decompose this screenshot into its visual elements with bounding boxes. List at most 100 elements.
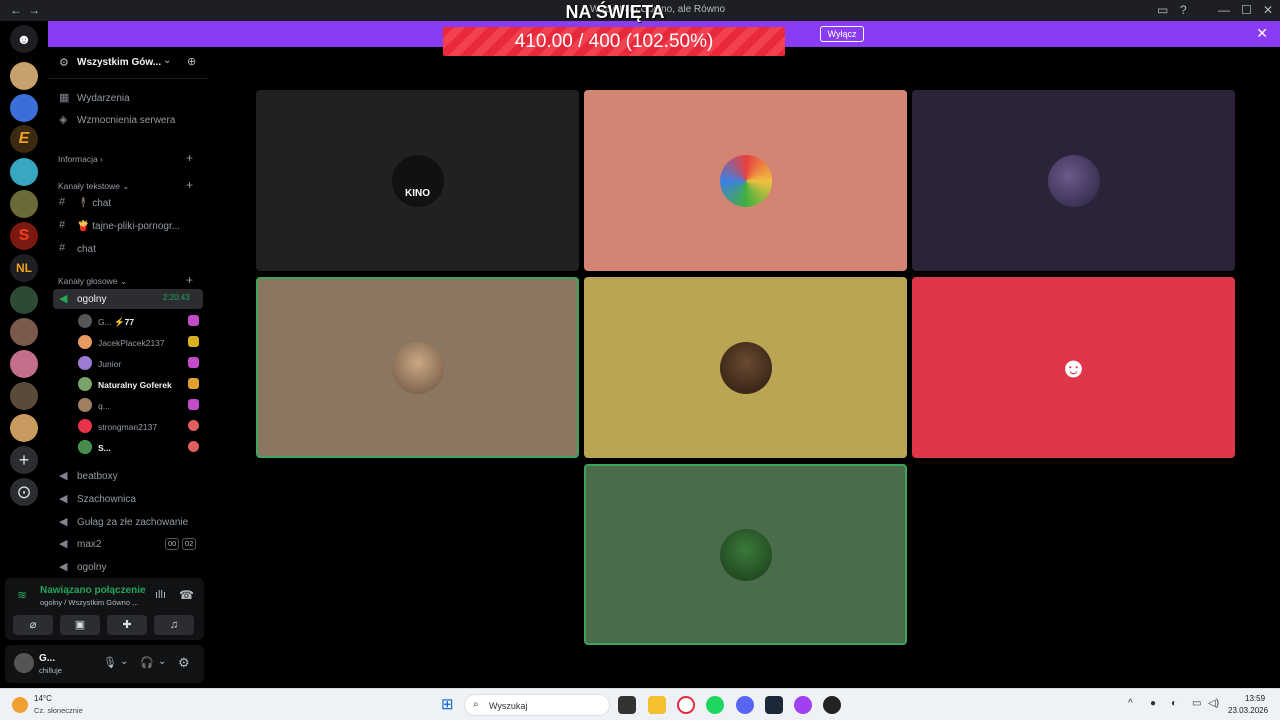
soundboard-button[interactable]: ♫ xyxy=(154,615,194,635)
video-tile-speaking[interactable] xyxy=(256,277,579,458)
server-icon[interactable] xyxy=(10,158,38,186)
microphone-icon[interactable]: 🎙 xyxy=(103,656,117,669)
task-view-icon[interactable] xyxy=(618,696,636,714)
screen-share-button[interactable]: ▣ xyxy=(60,615,100,635)
close-window-icon[interactable]: ✕ xyxy=(1263,3,1273,17)
activities-button[interactable]: ✚ xyxy=(107,615,147,635)
server-icon[interactable] xyxy=(10,190,38,218)
voice-channel-active[interactable]: ◀ ogolny 2:20:43 xyxy=(53,289,203,309)
server-icon[interactable] xyxy=(10,286,38,314)
category-voice[interactable]: Kanały głosowe ⌄ xyxy=(58,276,127,287)
voice-channel[interactable]: ◀ Gułag za złe zachowanie xyxy=(53,512,203,532)
voice-channel[interactable]: ◀ Szachownica xyxy=(53,489,203,509)
noise-suppression-icon[interactable]: ıllı xyxy=(155,589,166,601)
server-icon[interactable] xyxy=(10,94,38,122)
inbox-icon[interactable]: ▭ xyxy=(1157,3,1168,17)
connection-channel[interactable]: ogolny / Wszystkim Gówno ... xyxy=(40,598,138,607)
add-channel-icon[interactable]: + xyxy=(186,273,193,287)
notice-disable-button[interactable]: Wyłącz xyxy=(820,26,864,42)
add-server-icon[interactable]: + xyxy=(10,446,38,474)
server-icon[interactable] xyxy=(10,62,38,90)
user-status: chilluje xyxy=(39,666,62,675)
taskbar-search[interactable]: ⌕ Wyszukaj xyxy=(464,694,610,716)
voice-channel[interactable]: ◀ max2 00 02 xyxy=(53,534,203,554)
help-icon[interactable]: ? xyxy=(1180,3,1187,17)
network-icon[interactable]: ▭ xyxy=(1192,698,1201,709)
server-icon[interactable] xyxy=(10,414,38,442)
speaker-icon: ◀ xyxy=(59,538,68,550)
voice-user[interactable]: q... xyxy=(78,396,203,414)
video-tile[interactable] xyxy=(584,277,907,458)
back-arrow-icon[interactable]: ← xyxy=(10,3,22,17)
clock-time[interactable]: 13:59 xyxy=(1245,694,1265,703)
server-icon[interactable]: E xyxy=(10,125,38,153)
add-channel-icon[interactable]: + xyxy=(186,151,193,165)
voice-user[interactable]: S... xyxy=(78,438,203,456)
avatar: KINO xyxy=(391,154,444,207)
forward-arrow-icon[interactable]: → xyxy=(28,3,40,17)
weather-description[interactable]: Cz. słonecznie xyxy=(34,706,83,715)
messenger-icon[interactable] xyxy=(794,696,812,714)
video-tile[interactable] xyxy=(584,90,907,271)
category-info[interactable]: Informacja › xyxy=(58,154,103,164)
avatar[interactable] xyxy=(14,653,34,673)
discord-home-icon[interactable]: ☻ xyxy=(10,25,38,53)
server-icon[interactable] xyxy=(10,318,38,346)
chevron-down-icon[interactable]: ⌄ xyxy=(120,656,128,667)
category-text-label: Kanały tekstowe xyxy=(58,181,120,191)
text-channel[interactable]: # 🕴 chat xyxy=(53,193,203,213)
close-icon[interactable]: ✕ xyxy=(1256,25,1268,42)
minimize-icon[interactable]: — xyxy=(1218,3,1230,17)
user-panel: G... chilluje 🎙 ⌄ 🎧 ⌄ ⚙ xyxy=(5,645,204,683)
tray-overflow-icon[interactable]: ^ xyxy=(1128,698,1133,709)
maximize-icon[interactable]: ☐ xyxy=(1241,3,1252,17)
file-explorer-icon[interactable] xyxy=(648,696,666,714)
video-tile[interactable] xyxy=(912,90,1235,271)
camera-button[interactable]: ⌀ xyxy=(13,615,53,635)
tray-app-icon[interactable]: ● xyxy=(1150,698,1156,709)
voice-user[interactable]: Naturalny Goferek xyxy=(78,375,203,393)
text-channel[interactable]: # chat xyxy=(53,239,203,259)
server-icon[interactable] xyxy=(10,350,38,378)
video-tile[interactable]: ☻ xyxy=(912,277,1235,458)
spotify-icon[interactable] xyxy=(706,696,724,714)
search-icon: ⌕ xyxy=(473,699,479,710)
events-link[interactable]: ▦ Wydarzenia xyxy=(53,88,203,108)
text-channel[interactable]: # 🍟 tajne-pliki-pornogr... xyxy=(53,216,203,236)
soundboard-icon: ♫ xyxy=(169,619,179,631)
weather-temperature[interactable]: 14°C xyxy=(34,694,52,703)
discover-icon[interactable]: ⊙ xyxy=(10,478,38,506)
opera-icon[interactable] xyxy=(677,696,695,714)
headphones-icon[interactable]: 🎧 xyxy=(140,656,154,669)
windows-start-icon[interactable]: ⊞ xyxy=(441,697,454,713)
video-tile-speaking[interactable] xyxy=(584,464,907,645)
app-icon[interactable] xyxy=(823,696,841,714)
clock-date[interactable]: 23.03.2026 xyxy=(1228,706,1268,715)
boosts-link[interactable]: ◈ Wzmocnienia serwera xyxy=(53,110,203,130)
voice-user[interactable]: strongman2137 xyxy=(78,417,203,435)
volume-icon[interactable]: ◁) xyxy=(1208,698,1219,709)
voice-user[interactable]: Junior xyxy=(78,354,203,372)
voice-channel[interactable]: ◀ ogolny xyxy=(53,557,203,577)
guild-header[interactable]: ⚙ Wszystkim Gów... ⌄ ⊕ xyxy=(48,47,208,79)
chevron-down-icon[interactable]: ⌄ xyxy=(158,656,166,667)
voice-channel-label: ogolny xyxy=(77,562,107,573)
add-channel-icon[interactable]: + xyxy=(186,178,193,192)
tray-app-icon[interactable]: ◐ xyxy=(1171,698,1177,709)
add-member-icon[interactable]: ⊕ xyxy=(187,55,196,68)
discord-icon[interactable] xyxy=(736,696,754,714)
server-icon[interactable] xyxy=(10,382,38,410)
voice-channel[interactable]: ◀ beatboxy xyxy=(53,466,203,486)
voice-user[interactable]: JacekPlacek2137 xyxy=(78,333,203,351)
server-icon[interactable]: S xyxy=(10,222,38,250)
voice-user[interactable]: G... ⚡77 xyxy=(78,312,203,330)
steam-icon[interactable] xyxy=(765,696,783,714)
user-name: G... xyxy=(39,653,56,664)
voice-channel-label: ogolny xyxy=(77,294,107,305)
server-icon[interactable]: NL xyxy=(10,254,38,282)
disconnect-icon[interactable]: ☎ xyxy=(179,588,194,602)
weather-icon[interactable] xyxy=(12,697,28,713)
video-tile[interactable]: KINO xyxy=(256,90,579,271)
category-text[interactable]: Kanały tekstowe ⌄ xyxy=(58,181,129,192)
settings-icon[interactable]: ⚙ xyxy=(178,655,190,671)
